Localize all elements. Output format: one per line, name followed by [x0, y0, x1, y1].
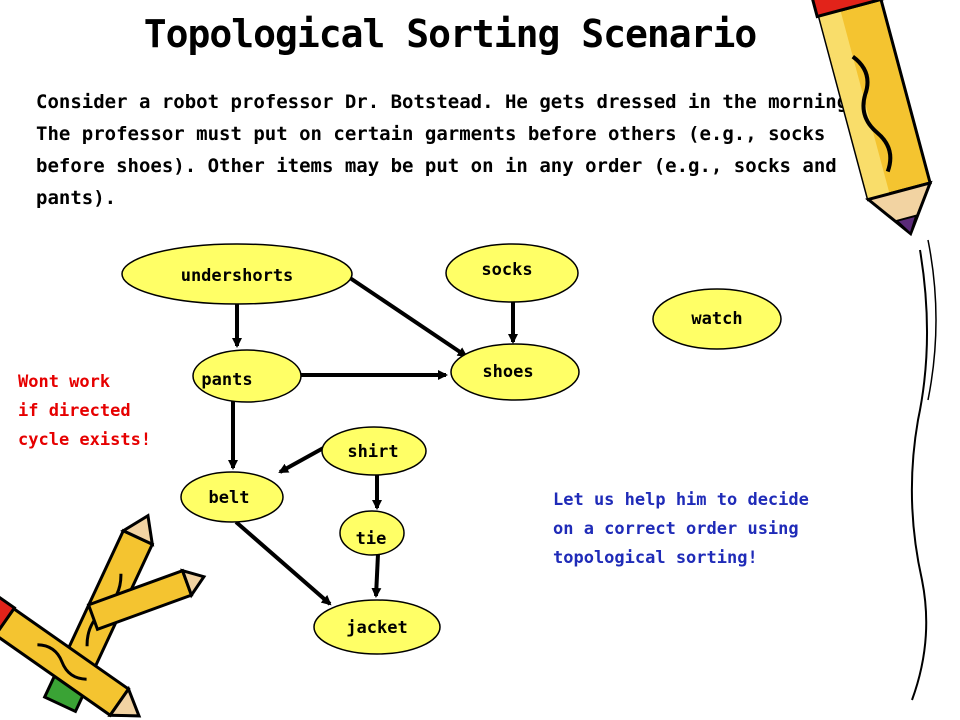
- node-shirt: shirt: [321, 426, 427, 476]
- node-belt: belt: [180, 471, 284, 523]
- node-label-jacket: jacket: [346, 618, 407, 638]
- node-undershorts: undershorts: [121, 243, 353, 305]
- cycle-warning-note: Wont work if directed cycle exists!: [18, 372, 152, 450]
- edge-tie-jacket: [371, 553, 382, 598]
- node-label-pants: pants: [201, 370, 252, 390]
- pencil-clipart-right: [806, 0, 937, 701]
- node-label-undershorts: undershorts: [181, 266, 294, 286]
- node-label-tie: tie: [356, 529, 387, 549]
- dependency-graph: undershorts socks watch pants shoes shir…: [0, 0, 937, 718]
- help-note: Let us help him to decide on a correct o…: [553, 490, 809, 568]
- pencils-clipart-bottom-left: [0, 513, 207, 718]
- node-pants: pants: [192, 349, 302, 403]
- node-tie: tie: [339, 510, 405, 556]
- node-shoes: shoes: [450, 343, 580, 401]
- node-socks: socks: [445, 243, 579, 303]
- node-label-shirt: shirt: [347, 442, 398, 462]
- edge-shirt-belt: [278, 444, 328, 474]
- node-label-socks: socks: [481, 260, 532, 280]
- node-label-watch: watch: [691, 309, 742, 329]
- edge-belt-jacket: [234, 520, 332, 606]
- node-jacket: jacket: [313, 599, 441, 655]
- edge-undershorts-shoes: [348, 276, 468, 358]
- node-label-belt: belt: [209, 488, 250, 508]
- node-watch: watch: [652, 288, 782, 350]
- node-label-shoes: shoes: [482, 362, 533, 382]
